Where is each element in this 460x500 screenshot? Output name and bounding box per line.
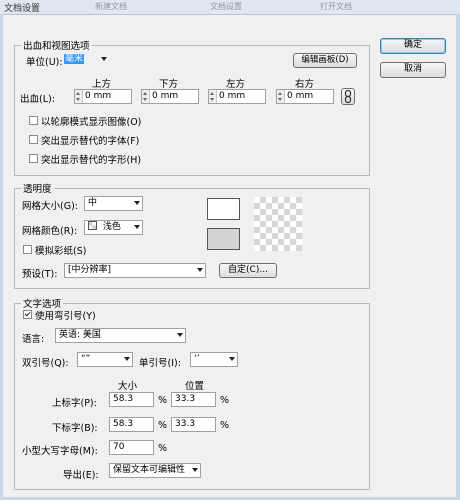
double-quotes-label: 双引号(Q): xyxy=(22,358,69,369)
bleed-bottom-value: 0 mm xyxy=(152,91,179,101)
bleed-bottom-header: 下方 xyxy=(159,79,179,90)
highlight-fonts-label[interactable]: 突出显示替代的字体(F) xyxy=(41,133,139,147)
small-caps-value: 70 xyxy=(113,442,125,452)
double-quotes-value: “” xyxy=(81,354,91,364)
bleed-bottom-input[interactable]: 0 mm xyxy=(141,89,199,104)
bleed-label: 出血(L): xyxy=(20,94,55,105)
bleed-top-value: 0 mm xyxy=(85,91,112,101)
typographers-quotes-label[interactable]: 使用弯引号(Y) xyxy=(35,308,96,322)
superscript-label: 上标字(P): xyxy=(52,398,97,409)
bleed-top-input[interactable]: 0 mm xyxy=(74,89,132,104)
subscript-position-percent: % xyxy=(220,420,230,431)
background-tab-3: 打开文档 xyxy=(320,2,352,11)
superscript-size-input[interactable]: 58.3 xyxy=(109,392,154,407)
highlight-fonts-checkbox[interactable] xyxy=(29,135,38,144)
chevron-down-icon xyxy=(101,57,107,61)
outline-mode-label[interactable]: 以轮廓模式显示图像(O) xyxy=(41,114,141,128)
subscript-size-input[interactable]: 58.3 xyxy=(109,417,154,432)
language-label: 语言: xyxy=(22,334,45,345)
bleed-left-header: 左方 xyxy=(226,79,246,90)
export-label: 导出(E): xyxy=(63,470,99,481)
superscript-position-input[interactable]: 33.3 xyxy=(171,392,216,407)
simulate-paper-label[interactable]: 模拟彩纸(S) xyxy=(35,243,86,257)
export-select[interactable]: 保留文本可编辑性 xyxy=(109,463,201,478)
subscript-label: 下标字(B): xyxy=(52,423,98,434)
bleed-right-value: 0 mm xyxy=(287,91,314,101)
bleed-left-value: 0 mm xyxy=(219,91,246,101)
single-quotes-select[interactable]: ‘’ xyxy=(190,352,238,367)
grid-size-label: 网格大小(G): xyxy=(22,201,78,212)
transparency-legend: 透明度 xyxy=(23,184,52,195)
unit-value: 毫米 xyxy=(64,54,85,64)
custom-button[interactable]: 自定(C)... xyxy=(219,263,277,278)
unit-select[interactable]: 毫米 xyxy=(61,53,109,68)
preset-label: 预设(T): xyxy=(22,269,58,280)
outline-mode-checkbox[interactable] xyxy=(29,116,38,125)
edit-artboard-button[interactable]: 编辑画板(D) xyxy=(293,53,357,68)
bleed-left-input[interactable]: 0 mm xyxy=(208,89,266,104)
single-quotes-value: ‘’ xyxy=(194,354,200,364)
language-select[interactable]: 英语: 美国 xyxy=(55,328,186,343)
superscript-size-value: 58.3 xyxy=(113,394,134,404)
export-value: 保留文本可编辑性 xyxy=(113,465,186,475)
window-frame-right xyxy=(456,14,460,500)
window-frame-left xyxy=(0,14,3,500)
chevron-down-icon xyxy=(177,333,183,337)
subscript-size-value: 58.3 xyxy=(113,419,134,429)
grid-preview-white-swatch[interactable] xyxy=(207,198,240,220)
simulate-paper-checkbox[interactable] xyxy=(23,245,32,254)
grid-preview-gray-swatch[interactable] xyxy=(207,228,240,250)
chevron-down-icon xyxy=(197,268,203,272)
bleed-right-input[interactable]: 0 mm xyxy=(276,89,334,104)
chevron-down-icon xyxy=(124,357,130,361)
superscript-position-value: 33.3 xyxy=(175,394,196,404)
superscript-position-percent: % xyxy=(220,395,230,406)
small-caps-label: 小型大写字母(M): xyxy=(22,446,98,457)
unit-label: 单位(U): xyxy=(26,57,63,68)
preset-select[interactable]: [中分辨率] xyxy=(64,263,206,278)
bleed-top-header: 上方 xyxy=(92,79,112,90)
title-bar: 文档设置 新建文档 文档设置 打开文档 xyxy=(0,0,460,15)
double-quotes-select[interactable]: “” xyxy=(77,352,133,367)
chevron-down-icon xyxy=(134,201,140,205)
highlight-glyphs-checkbox[interactable] xyxy=(29,154,38,163)
subscript-position-value: 33.3 xyxy=(175,419,196,429)
subscript-position-input[interactable]: 33.3 xyxy=(171,417,216,432)
grid-size-select[interactable]: 中 xyxy=(84,196,143,211)
grid-color-swatch-icon xyxy=(88,221,97,230)
bleed-right-header: 右方 xyxy=(295,79,315,90)
chevron-down-icon xyxy=(134,225,140,229)
bleed-view-options-legend: 出血和视图选项 xyxy=(23,41,90,52)
preset-value: [中分辨率] xyxy=(68,265,112,275)
bleed-right-stepper[interactable] xyxy=(277,90,285,103)
highlight-glyphs-label[interactable]: 突出显示替代的字形(H) xyxy=(41,152,141,166)
size-header: 大小 xyxy=(118,381,138,392)
small-caps-input[interactable]: 70 xyxy=(109,440,154,455)
language-value: 英语: 美国 xyxy=(59,330,101,340)
single-quotes-label: 单引号(I): xyxy=(139,358,181,369)
chevron-down-icon xyxy=(229,357,235,361)
window-title: 文档设置 xyxy=(4,4,41,14)
chain-link-icon xyxy=(344,89,352,104)
bleed-left-stepper[interactable] xyxy=(209,90,217,103)
grid-color-value: 浅色 xyxy=(102,222,121,232)
background-tab-1: 新建文档 xyxy=(95,2,127,11)
typographers-quotes-checkbox[interactable] xyxy=(23,310,32,319)
link-bleed-button[interactable] xyxy=(341,88,355,105)
position-header: 位置 xyxy=(185,381,205,392)
grid-color-label: 网格颜色(R): xyxy=(22,226,78,237)
grid-size-value: 中 xyxy=(88,198,98,208)
subscript-size-percent: % xyxy=(158,420,168,431)
superscript-size-percent: % xyxy=(158,395,168,406)
cancel-button[interactable]: 取消 xyxy=(380,62,446,78)
transparency-grid-preview xyxy=(254,197,302,251)
bleed-bottom-stepper[interactable] xyxy=(142,90,150,103)
background-tab-2: 文档设置 xyxy=(210,2,242,11)
ok-button[interactable]: 确定 xyxy=(380,38,446,54)
small-caps-percent: % xyxy=(158,443,168,454)
grid-color-select[interactable]: 浅色 xyxy=(84,220,143,235)
bleed-top-stepper[interactable] xyxy=(75,90,83,103)
chevron-down-icon xyxy=(192,468,198,472)
